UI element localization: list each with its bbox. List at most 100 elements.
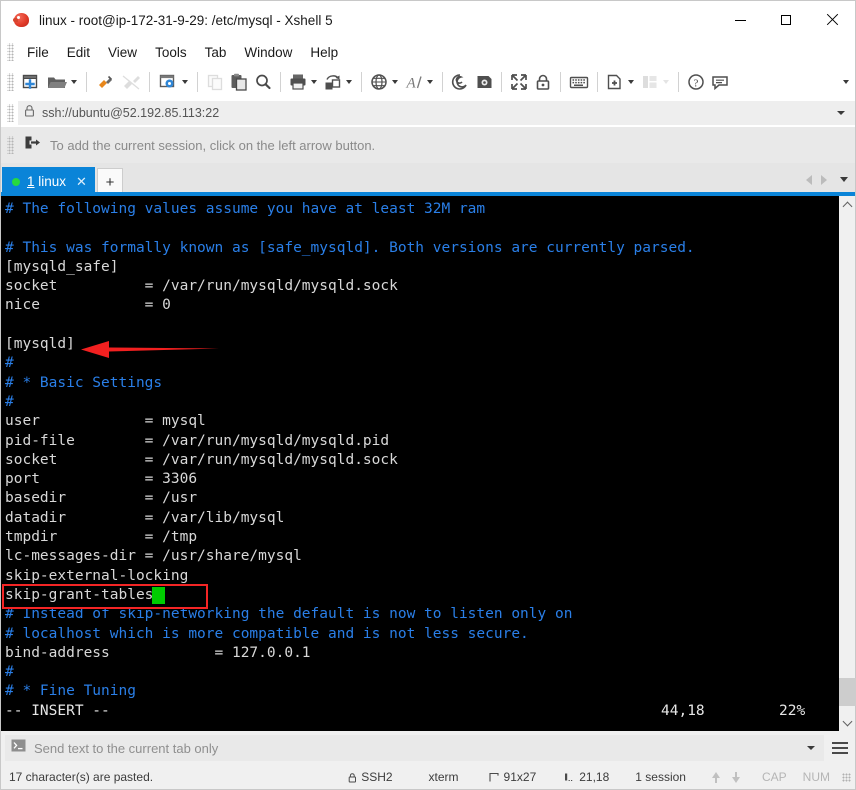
terminal-line: nice = 0 xyxy=(5,297,171,314)
lock-button[interactable] xyxy=(531,68,555,96)
close-icon xyxy=(826,14,838,26)
find-button[interactable] xyxy=(251,68,275,96)
resize-grip-icon[interactable] xyxy=(842,772,851,782)
toolbar-separator xyxy=(197,72,198,92)
font-button[interactable]: A xyxy=(402,68,437,96)
feedback-button[interactable] xyxy=(708,68,732,96)
hamburger-menu-icon[interactable] xyxy=(829,735,851,761)
terminal-line: lc-messages-dir = /usr/share/mysql xyxy=(5,548,302,565)
toolbar-separator xyxy=(86,72,87,92)
chevron-down-icon[interactable] xyxy=(346,80,352,84)
screen-size-icon xyxy=(488,772,499,783)
arrow-up-icon xyxy=(711,771,720,783)
toolbar-separator xyxy=(597,72,598,92)
vim-scroll-percent: 22% xyxy=(779,702,806,719)
close-icon[interactable]: ✕ xyxy=(76,175,87,188)
copy-icon xyxy=(205,72,225,92)
terminal-line: socket = /var/run/mysqld/mysqld.sock xyxy=(5,451,398,468)
menu-item-help[interactable]: Help xyxy=(301,42,347,63)
terminal-line: user = mysql xyxy=(5,413,206,430)
toolbar-overflow-chevron-icon[interactable] xyxy=(843,80,849,84)
menu-item-tab[interactable]: Tab xyxy=(196,42,236,63)
menu-item-view[interactable]: View xyxy=(99,42,146,63)
svg-text:?: ? xyxy=(694,78,699,90)
cursor-position-icon xyxy=(564,772,574,783)
status-num-lock: NUM xyxy=(802,770,830,784)
chevron-down-icon[interactable] xyxy=(840,177,848,182)
minimize-button[interactable] xyxy=(717,1,763,39)
keyboard-button[interactable] xyxy=(566,68,592,96)
help-icon: ? xyxy=(686,72,706,92)
print-button[interactable] xyxy=(286,68,321,96)
scrollbar-track[interactable] xyxy=(839,213,856,714)
menu-item-window[interactable]: Window xyxy=(235,42,301,63)
address-input[interactable]: ssh://ubuntu@52.192.85.113:22 xyxy=(18,101,855,125)
notice-drag-handle[interactable] xyxy=(7,136,14,154)
send-text-input[interactable]: Send text to the current tab only xyxy=(5,735,824,761)
log-icon xyxy=(450,72,470,92)
terminal-line: # * Fine Tuning xyxy=(5,683,136,700)
close-button[interactable] xyxy=(809,1,855,39)
toolbar-separator xyxy=(442,72,443,92)
chevron-down-icon[interactable] xyxy=(427,80,433,84)
menu-drag-handle[interactable] xyxy=(7,43,14,61)
address-bar-drag-handle[interactable] xyxy=(7,104,14,122)
chevron-down-icon[interactable] xyxy=(392,80,398,84)
menu-item-tools[interactable]: Tools xyxy=(146,42,196,63)
paste-button[interactable] xyxy=(227,68,251,96)
address-value: ssh://ubuntu@52.192.85.113:22 xyxy=(42,106,220,120)
terminal-line: socket = /var/run/mysqld/mysqld.sock xyxy=(5,278,398,295)
web-button[interactable] xyxy=(367,68,402,96)
transfer-file-icon xyxy=(323,72,343,92)
new-tab-button[interactable] xyxy=(603,68,638,96)
compose-button[interactable] xyxy=(472,68,496,96)
terminal-line: # xyxy=(5,393,14,410)
terminal-line: basedir = /usr xyxy=(5,490,198,507)
connect-button[interactable] xyxy=(92,68,118,96)
terminal-line: # localhost which is more compatible and… xyxy=(5,625,529,642)
toolbar-drag-handle[interactable] xyxy=(7,73,14,91)
status-screen-size: 91x27 xyxy=(488,770,536,784)
session-properties-button[interactable] xyxy=(155,68,192,96)
terminal-output[interactable]: # The following values assume you have a… xyxy=(1,196,838,731)
feedback-icon xyxy=(710,72,730,92)
status-bar: 17 character(s) are pasted. SSH2 xterm 9… xyxy=(1,765,855,789)
menu-item-edit[interactable]: Edit xyxy=(58,42,99,63)
find-icon xyxy=(253,72,273,92)
file-transfer-button[interactable] xyxy=(321,68,356,96)
terminal-scrollbar[interactable] xyxy=(838,196,856,731)
add-session-icon[interactable] xyxy=(24,135,41,156)
fullscreen-button[interactable] xyxy=(507,68,531,96)
terminal-line: pid-file = /var/run/mysqld/mysqld.pid xyxy=(5,432,390,449)
minimize-icon xyxy=(734,19,746,21)
maximize-button[interactable] xyxy=(763,1,809,39)
toolbar-separator xyxy=(678,72,679,92)
chevron-down-icon[interactable] xyxy=(182,80,188,84)
scroll-up-button[interactable] xyxy=(839,196,855,213)
maximize-icon xyxy=(781,15,791,25)
toolbar-separator xyxy=(361,72,362,92)
tab-bar: 1 linux ✕ + xyxy=(1,163,855,196)
scroll-down-button[interactable] xyxy=(839,714,855,731)
triangle-left-icon[interactable] xyxy=(806,174,812,185)
status-protocol-label: SSH2 xyxy=(361,770,393,784)
vim-mode-indicator: -- INSERT -- xyxy=(5,702,110,719)
chevron-down-icon[interactable] xyxy=(311,80,317,84)
chevron-down-icon[interactable] xyxy=(71,80,77,84)
scrollbar-thumb[interactable] xyxy=(839,678,856,706)
toolbar-separator xyxy=(560,72,561,92)
chevron-down-icon[interactable] xyxy=(807,746,815,750)
log-button[interactable] xyxy=(448,68,472,96)
triangle-right-icon[interactable] xyxy=(821,174,827,185)
chevron-down-icon[interactable] xyxy=(628,80,634,84)
terminal-line: # The following values assume you have a… xyxy=(5,201,486,217)
menu-item-file[interactable]: File xyxy=(18,42,58,63)
print-icon xyxy=(288,72,308,92)
new-session-button[interactable] xyxy=(18,68,44,96)
open-session-button[interactable] xyxy=(44,68,81,96)
tab-name: linux xyxy=(38,174,67,189)
chevron-down-icon[interactable] xyxy=(837,111,845,115)
help-button[interactable]: ? xyxy=(684,68,708,96)
